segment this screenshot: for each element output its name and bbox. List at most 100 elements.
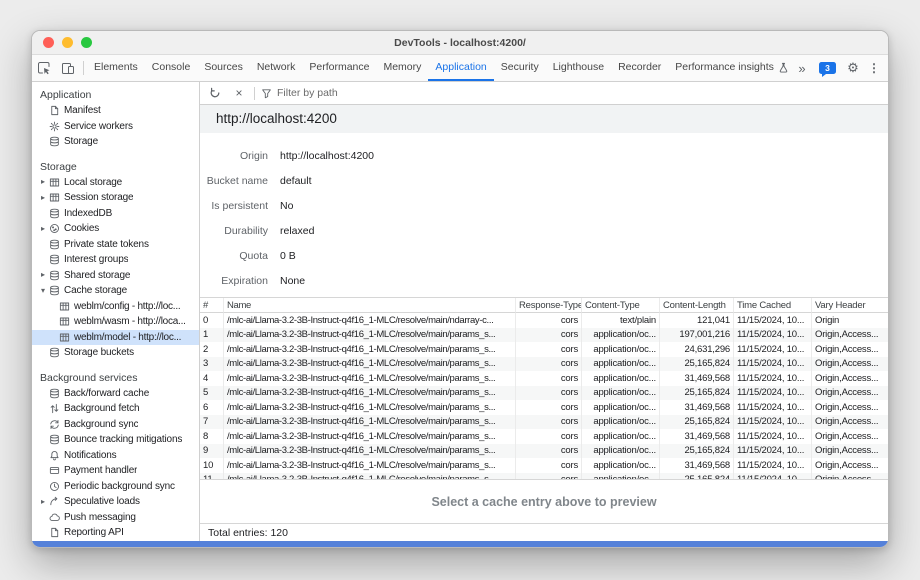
issues-bubble-icon: 3: [819, 62, 836, 74]
sidebar-item-speculative-loads[interactable]: ▸Speculative loads: [32, 494, 199, 510]
chevron-right-icon[interactable]: ▸: [38, 194, 48, 202]
experiments-flask-icon: [778, 62, 789, 73]
database-icon: [48, 254, 60, 265]
table-row[interactable]: 5/mlc-ai/Llama-3.2-3B-Instruct-q4f16_1-M…: [200, 386, 888, 401]
sidebar-item-push-messaging[interactable]: Push messaging: [32, 510, 199, 526]
tab-sources[interactable]: Sources: [197, 55, 250, 81]
meta-value: relaxed: [280, 225, 314, 237]
cell-response-type: cors: [516, 357, 582, 372]
table-row[interactable]: 6/mlc-ai/Llama-3.2-3B-Instruct-q4f16_1-M…: [200, 400, 888, 415]
cache-toolbar: ×: [200, 82, 888, 105]
table-row[interactable]: 7/mlc-ai/Llama-3.2-3B-Instruct-q4f16_1-M…: [200, 415, 888, 430]
tab-lighthouse[interactable]: Lighthouse: [546, 55, 611, 81]
sidebar-item-reporting-api[interactable]: Reporting API: [32, 525, 199, 541]
table-row[interactable]: 2/mlc-ai/Llama-3.2-3B-Instruct-q4f16_1-M…: [200, 342, 888, 357]
sidebar-item-private-state-tokens[interactable]: Private state tokens: [32, 237, 199, 253]
database-icon: [48, 239, 60, 250]
cell-vary-header: Origin,Access...: [812, 458, 888, 473]
table-row[interactable]: 4/mlc-ai/Llama-3.2-3B-Instruct-q4f16_1-M…: [200, 371, 888, 386]
cell-time-cached: 11/15/2024, 10...: [734, 371, 812, 386]
fullscreen-window-button[interactable]: [81, 37, 92, 48]
sidebar-item-label: weblm/config - http://loc...: [74, 301, 180, 312]
sidebar-item-background-fetch[interactable]: Background fetch: [32, 401, 199, 417]
chevron-right-icon[interactable]: ▸: [38, 498, 48, 506]
delete-selected-icon[interactable]: ×: [230, 84, 248, 102]
cell-: 0: [200, 313, 224, 328]
cell-content-type: application/oc...: [582, 415, 660, 430]
sidebar-item-local-storage[interactable]: ▸ Local storage: [32, 175, 199, 191]
sidebar-item-indexeddb[interactable]: IndexedDB: [32, 206, 199, 222]
column-header-content-type[interactable]: Content-Type: [582, 298, 660, 313]
settings-gear-icon[interactable]: ⚙: [841, 60, 865, 76]
device-toolbar-toggle-button[interactable]: [56, 55, 80, 81]
cell-content-length: 31,469,568: [660, 371, 734, 386]
minimize-window-button[interactable]: [62, 37, 73, 48]
sidebar-item-cookies[interactable]: ▸Cookies: [32, 221, 199, 237]
tab-label: Console: [152, 61, 191, 73]
database-icon: [48, 136, 60, 147]
kebab-menu-icon[interactable]: ⋮: [865, 61, 883, 75]
column-header-name[interactable]: Name: [224, 298, 516, 313]
more-tabs-button[interactable]: »: [790, 61, 814, 76]
sidebar-item-weblm-wasm-http-loca[interactable]: weblm/wasm - http://loca...: [32, 314, 199, 330]
tab-console[interactable]: Console: [145, 55, 198, 81]
tab-recorder[interactable]: Recorder: [611, 55, 668, 81]
tab-performance[interactable]: Performance: [302, 55, 376, 81]
column-header-vary-header[interactable]: Vary Header: [812, 298, 888, 313]
cell-name: /mlc-ai/Llama-3.2-3B-Instruct-q4f16_1-ML…: [224, 328, 516, 343]
sidebar-item-background-sync[interactable]: Background sync: [32, 417, 199, 433]
sidebar-item-storage[interactable]: Storage: [32, 134, 199, 150]
column-header-[interactable]: #: [200, 298, 224, 313]
sidebar-item-bounce-tracking-mitigations[interactable]: Bounce tracking mitigations: [32, 432, 199, 448]
cell-: 9: [200, 444, 224, 459]
chevron-right-icon[interactable]: ▸: [38, 225, 48, 233]
sidebar-item-storage-buckets[interactable]: Storage buckets: [32, 345, 199, 361]
chevron-right-icon[interactable]: ▸: [38, 178, 48, 186]
sidebar-item-weblm-config-http-loc[interactable]: weblm/config - http://loc...: [32, 299, 199, 315]
sidebar-item-label: IndexedDB: [64, 208, 112, 219]
chevron-right-icon[interactable]: ▸: [38, 271, 48, 279]
inspect-element-button[interactable]: [32, 55, 56, 81]
sidebar-item-cache-storage[interactable]: ▾Cache storage: [32, 283, 199, 299]
bell-icon: [48, 450, 60, 461]
table-row[interactable]: 1/mlc-ai/Llama-3.2-3B-Instruct-q4f16_1-M…: [200, 328, 888, 343]
tab-network[interactable]: Network: [250, 55, 303, 81]
filter-by-path-input[interactable]: [277, 87, 427, 99]
sidebar-item-service-workers[interactable]: Service workers: [32, 119, 199, 135]
tab-application[interactable]: Application: [428, 55, 493, 81]
sidebar-item-periodic-background-sync[interactable]: Periodic background sync: [32, 479, 199, 495]
column-header-response-type[interactable]: Response-Type: [516, 298, 582, 313]
sidebar-item-label: Bounce tracking mitigations: [64, 434, 182, 445]
table-row[interactable]: 3/mlc-ai/Llama-3.2-3B-Instruct-q4f16_1-M…: [200, 357, 888, 372]
window-bottom-accent: [32, 541, 888, 547]
sidebar-item-session-storage[interactable]: ▸Session storage: [32, 190, 199, 206]
tab-memory[interactable]: Memory: [376, 55, 428, 81]
table-row[interactable]: 8/mlc-ai/Llama-3.2-3B-Instruct-q4f16_1-M…: [200, 429, 888, 444]
sidebar-item-payment-handler[interactable]: Payment handler: [32, 463, 199, 479]
column-header-content-length[interactable]: Content-Length: [660, 298, 734, 313]
cell-: 3: [200, 357, 224, 372]
table-row[interactable]: 0/mlc-ai/Llama-3.2-3B-Instruct-q4f16_1-M…: [200, 313, 888, 328]
sidebar-item-back-forward-cache[interactable]: Back/forward cache: [32, 386, 199, 402]
titlebar: DevTools - localhost:4200/: [32, 31, 888, 55]
sidebar-item-shared-storage[interactable]: ▸Shared storage: [32, 268, 199, 284]
meta-label: Durability: [200, 225, 268, 237]
refresh-icon[interactable]: [206, 84, 224, 102]
tab-security[interactable]: Security: [494, 55, 546, 81]
cell-vary-header: Origin,Access...: [812, 342, 888, 357]
sidebar-item-manifest[interactable]: Manifest: [32, 103, 199, 119]
tab-performance-insights[interactable]: Performance insights: [668, 55, 790, 81]
cell-name: /mlc-ai/Llama-3.2-3B-Instruct-q4f16_1-ML…: [224, 386, 516, 401]
chevron-down-icon[interactable]: ▾: [38, 287, 48, 295]
sidebar-item-notifications[interactable]: Notifications: [32, 448, 199, 464]
sidebar-item-label: Local storage: [64, 177, 122, 188]
table-row[interactable]: 10/mlc-ai/Llama-3.2-3B-Instruct-q4f16_1-…: [200, 458, 888, 473]
issues-badge[interactable]: 3: [814, 62, 841, 74]
tab-elements[interactable]: Elements: [87, 55, 145, 81]
close-window-button[interactable]: [43, 37, 54, 48]
sidebar-item-interest-groups[interactable]: Interest groups: [32, 252, 199, 268]
table-row[interactable]: 9/mlc-ai/Llama-3.2-3B-Instruct-q4f16_1-M…: [200, 444, 888, 459]
sidebar-item-weblm-model-http-loc[interactable]: weblm/model - http://loc...: [32, 330, 199, 346]
column-header-time-cached[interactable]: Time Cached: [734, 298, 812, 313]
cell-: 7: [200, 415, 224, 430]
